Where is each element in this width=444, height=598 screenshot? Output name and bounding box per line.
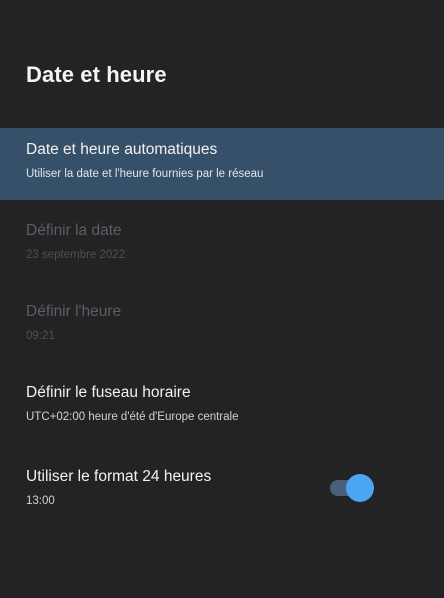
setting-set-time-value: 09:21	[26, 330, 55, 342]
setting-set-time[interactable]: Définir l'heure 09:21	[0, 303, 444, 353]
setting-24-hour-format-label: Utiliser le format 24 heures	[26, 468, 212, 485]
setting-automatic-date-time-label: Date et heure automatiques	[26, 141, 218, 158]
24-hour-format-toggle[interactable]	[330, 474, 374, 502]
setting-automatic-date-time[interactable]: Date et heure automatiques Utiliser la d…	[0, 128, 444, 200]
setting-time-zone-label: Définir le fuseau horaire	[26, 384, 191, 401]
toggle-knob	[346, 474, 374, 502]
setting-automatic-date-time-summary: Utiliser la date et l'heure fournies par…	[26, 168, 264, 180]
date-time-settings-screen: Date et heure Date et heure automatiques…	[0, 0, 444, 598]
setting-24-hour-format[interactable]: Utiliser le format 24 heures 13:00	[0, 468, 444, 522]
setting-24-hour-format-example: 13:00	[26, 495, 55, 507]
setting-time-zone-value: UTC+02:00 heure d'été d'Europe centrale	[26, 411, 239, 423]
setting-set-date-value: 23 septembre 2022	[26, 249, 126, 261]
setting-time-zone[interactable]: Définir le fuseau horaire UTC+02:00 heur…	[0, 384, 444, 434]
setting-set-date-label: Définir la date	[26, 222, 122, 239]
setting-set-time-label: Définir l'heure	[26, 303, 122, 320]
setting-set-date[interactable]: Définir la date 23 septembre 2022	[0, 222, 444, 272]
page-title: Date et heure	[26, 62, 167, 87]
